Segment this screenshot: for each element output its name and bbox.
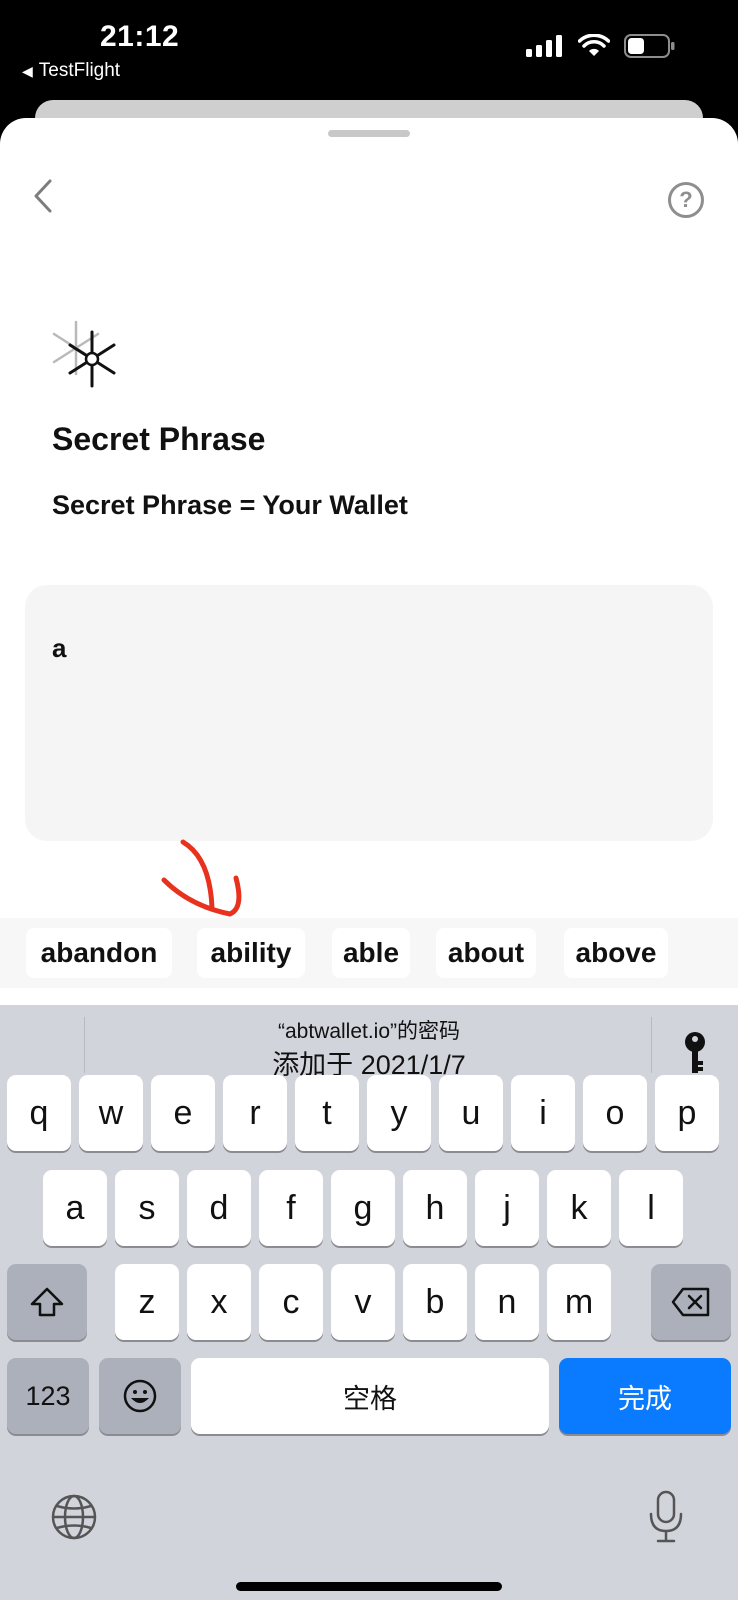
delete-icon (671, 1287, 710, 1317)
shift-key[interactable] (7, 1264, 87, 1340)
secret-phrase-input[interactable]: a (25, 585, 713, 841)
key-icon[interactable] (680, 1031, 710, 1075)
key-c[interactable]: c (259, 1264, 323, 1340)
chevron-left-icon[interactable] (30, 176, 60, 216)
key-a[interactable]: a (43, 1170, 107, 1246)
key-b[interactable]: b (403, 1264, 467, 1340)
suggestion-chip[interactable]: ability (197, 928, 305, 978)
suggestion-chip[interactable]: able (332, 928, 410, 978)
battery-icon (624, 34, 675, 58)
suggestion-chip[interactable]: abandon (26, 928, 172, 978)
shift-icon (30, 1287, 64, 1317)
home-indicator[interactable] (236, 1582, 502, 1591)
key-h[interactable]: h (403, 1170, 467, 1246)
wifi-icon (578, 34, 610, 56)
key-k[interactable]: k (547, 1170, 611, 1246)
word-suggestion-bar: abandon ability able about above (0, 918, 738, 988)
numbers-key[interactable]: 123 (7, 1358, 89, 1434)
back-to-app-link[interactable]: ◀ TestFlight (22, 60, 120, 82)
key-w[interactable]: w (79, 1075, 143, 1151)
key-v[interactable]: v (331, 1264, 395, 1340)
password-suggestion-title: “abtwallet.io”的密码 (277, 1020, 461, 1043)
status-bar: 21:12 ◀ TestFlight (0, 0, 738, 100)
key-x[interactable]: x (187, 1264, 251, 1340)
suggestion-chip[interactable]: about (436, 928, 536, 978)
page-title: Secret Phrase (52, 421, 266, 457)
key-f[interactable]: f (259, 1170, 323, 1246)
suggestion-chip[interactable]: above (564, 928, 668, 978)
divider (651, 1017, 652, 1073)
secret-phrase-value: a (52, 633, 67, 663)
key-o[interactable]: o (583, 1075, 647, 1151)
emoji-icon (123, 1379, 157, 1413)
key-p[interactable]: p (655, 1075, 719, 1151)
key-j[interactable]: j (475, 1170, 539, 1246)
help-icon[interactable]: ? (668, 182, 704, 218)
delete-key[interactable] (651, 1264, 731, 1340)
snowflake-logo-icon (52, 320, 116, 388)
globe-icon[interactable] (50, 1493, 98, 1541)
key-m[interactable]: m (547, 1264, 611, 1340)
key-g[interactable]: g (331, 1170, 395, 1246)
sheet-grabber[interactable] (328, 130, 410, 137)
emoji-key[interactable] (99, 1358, 181, 1434)
signal-icon (526, 35, 562, 57)
key-i[interactable]: i (511, 1075, 575, 1151)
key-l[interactable]: l (619, 1170, 683, 1246)
key-q[interactable]: q (7, 1075, 71, 1151)
key-y[interactable]: y (367, 1075, 431, 1151)
done-key[interactable]: 完成 (559, 1358, 731, 1434)
key-u[interactable]: u (439, 1075, 503, 1151)
key-t[interactable]: t (295, 1075, 359, 1151)
keyboard: “abtwallet.io”的密码 添加于 2021/1/7 q w e r t… (0, 1005, 738, 1600)
key-e[interactable]: e (151, 1075, 215, 1151)
key-n[interactable]: n (475, 1264, 539, 1340)
key-r[interactable]: r (223, 1075, 287, 1151)
mic-icon[interactable] (646, 1489, 686, 1545)
space-key[interactable]: 空格 (191, 1358, 549, 1434)
key-s[interactable]: s (115, 1170, 179, 1246)
back-arrow-icon: ◀ (22, 62, 33, 79)
key-d[interactable]: d (187, 1170, 251, 1246)
status-time: 21:12 (100, 20, 180, 53)
key-z[interactable]: z (115, 1264, 179, 1340)
password-autofill-bar[interactable]: “abtwallet.io”的密码 添加于 2021/1/7 (0, 1005, 738, 1080)
page-subtitle: Secret Phrase = Your Wallet (52, 490, 408, 520)
annotation-arrow (161, 839, 242, 917)
back-app-label: TestFlight (38, 60, 121, 81)
status-icons (526, 34, 676, 58)
